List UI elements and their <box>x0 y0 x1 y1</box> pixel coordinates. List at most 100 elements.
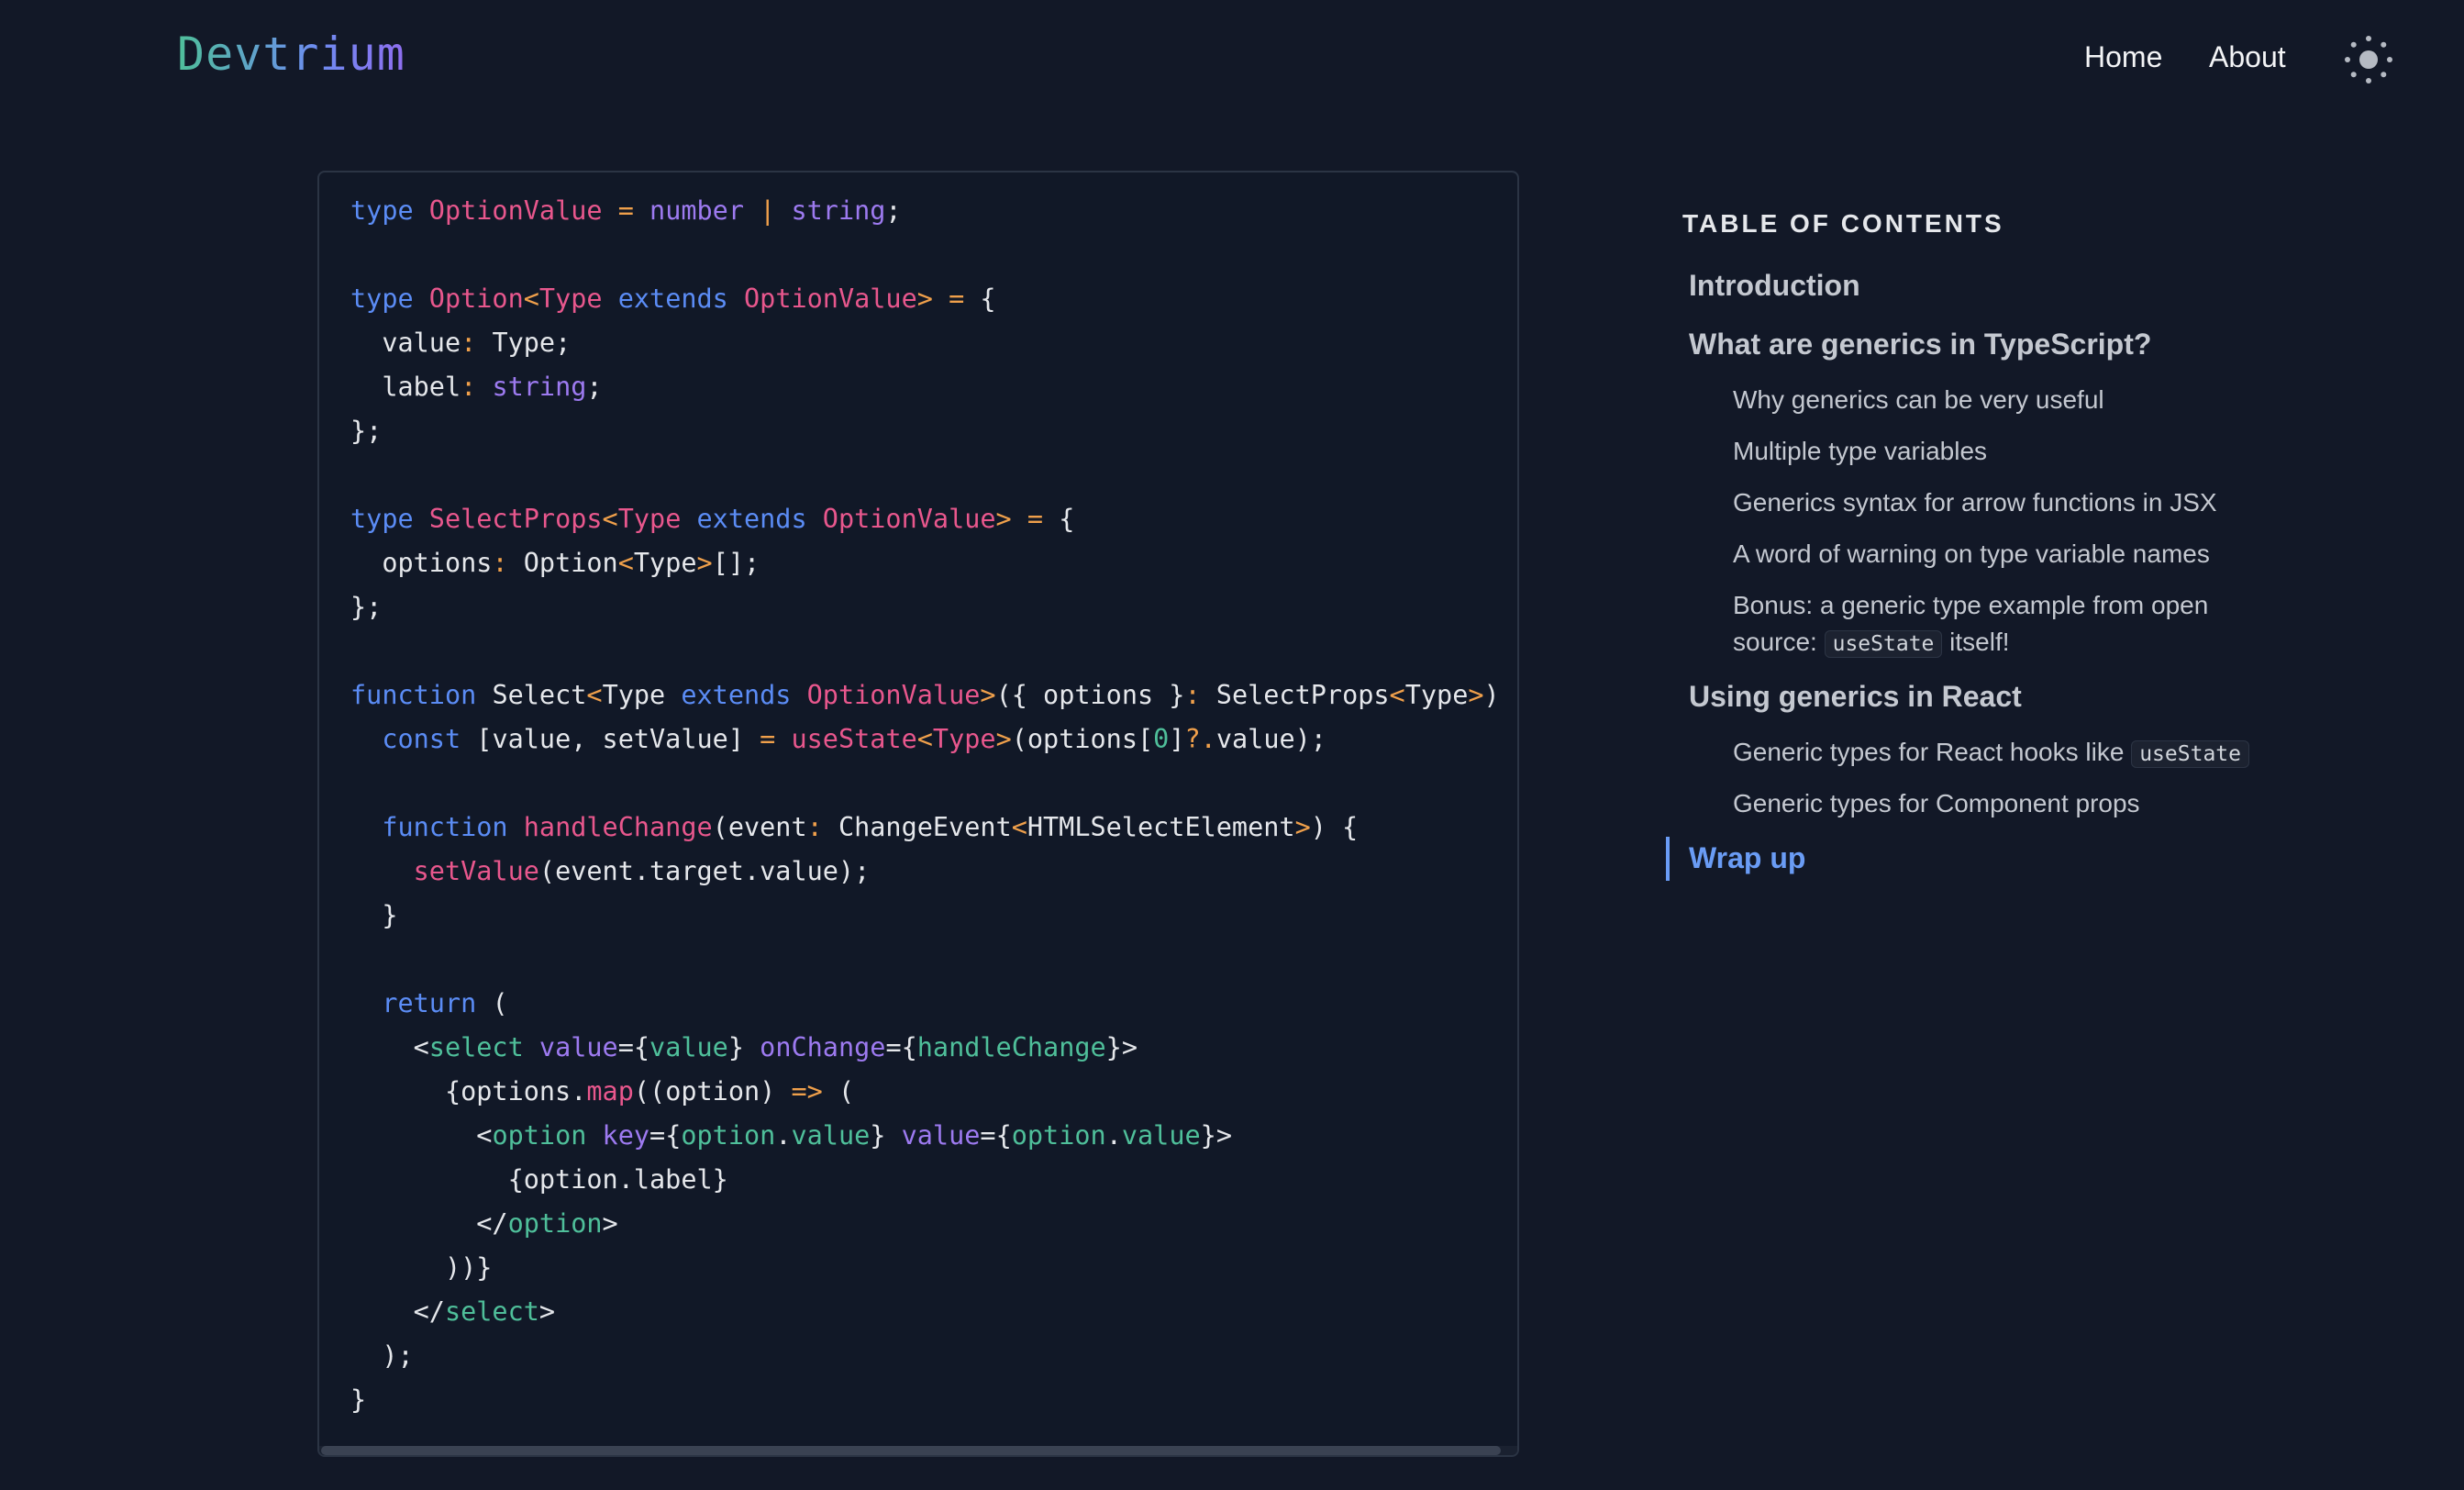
code-token: (options[ <box>1011 724 1154 754</box>
code-line: label: string; <box>350 365 1517 409</box>
toc-item-component-props[interactable]: Generic types for Component props <box>1733 785 2140 822</box>
code-token: extends <box>681 680 807 710</box>
code-token: < <box>617 548 634 578</box>
code-token: HTMLSelectElement <box>1027 812 1295 842</box>
code-token: map <box>586 1076 634 1106</box>
code-token: Option <box>523 548 618 578</box>
code-token: > <box>602 1208 618 1239</box>
code-line: </option> <box>350 1202 1517 1246</box>
code-token: SelectProps <box>1215 680 1390 710</box>
code-token: 0 <box>1153 724 1170 754</box>
code-line: } <box>350 894 1517 938</box>
code-token: ?. <box>1184 724 1216 754</box>
code-token: option <box>492 1120 603 1151</box>
code-token: > <box>696 548 713 578</box>
code-token: = <box>760 724 792 754</box>
code-token: [value, setValue] <box>476 724 760 754</box>
code-token: handleChange <box>916 1032 1106 1062</box>
code-token: return <box>350 988 493 1018</box>
code-line: } <box>350 1378 1517 1422</box>
code-token: } <box>870 1120 902 1151</box>
code-token: value <box>1121 1120 1201 1151</box>
code-token: label <box>350 372 461 402</box>
code-token: Type <box>1404 680 1469 710</box>
code-token: ={ <box>649 1120 682 1151</box>
code-token: string <box>492 372 587 402</box>
toc-item-why-useful[interactable]: Why generics can be very useful <box>1733 382 2104 418</box>
code-token: ={ <box>617 1032 650 1062</box>
code-line: }; <box>350 409 1517 453</box>
code-line: const [value, setValue] = useState<Type>… <box>350 717 1517 762</box>
code-token: (event.target.value); <box>538 856 871 886</box>
code-token: type <box>350 195 429 226</box>
code-token: string <box>791 195 886 226</box>
toc-item-bonus[interactable]: Bonus: a generic type example from open … <box>1733 587 2208 662</box>
code-line: type Option<Type extends OptionValue> = … <box>350 277 1517 321</box>
toc-item-warning[interactable]: A word of warning on type variable names <box>1733 536 2210 573</box>
toc-item-introduction[interactable]: Introduction <box>1689 269 1860 303</box>
page: Devtrium Home About type OptionValue = n… <box>0 0 2464 1490</box>
code-token: value); <box>1215 724 1326 754</box>
code-token: = <box>617 195 650 226</box>
code-scrollbar-track <box>319 1446 1517 1455</box>
code-token: {option.label} <box>350 1164 728 1195</box>
code-token: ); <box>350 1340 414 1371</box>
code-token: function <box>350 812 524 842</box>
code-token: value <box>350 328 461 358</box>
code-token: ; <box>586 372 603 402</box>
code-token: ) { <box>1310 812 1359 842</box>
code-token: extends <box>617 284 744 314</box>
code-token: | <box>760 195 792 226</box>
code-token: > <box>1294 812 1311 842</box>
code-token: value <box>649 1032 728 1062</box>
nav-home-link[interactable]: Home <box>2084 40 2162 74</box>
code-token: < <box>916 724 933 754</box>
code-token: type <box>350 284 429 314</box>
code-token: ( <box>838 1076 855 1106</box>
toc-item-hooks[interactable]: Generic types for React hooks like useSt… <box>1733 734 2249 773</box>
toc-item-what-are-generics[interactable]: What are generics in TypeScript? <box>1689 328 2151 361</box>
toc-item-arrow-jsx[interactable]: Generics syntax for arrow functions in J… <box>1733 484 2217 521</box>
code-token: ] <box>1169 724 1185 754</box>
code-token: option <box>1011 1120 1106 1151</box>
toc-bonus-code: useState <box>1824 630 1943 658</box>
toc-item-using-in-react[interactable]: Using generics in React <box>1689 680 2022 714</box>
sun-icon <box>2345 36 2392 83</box>
theme-toggle-button[interactable] <box>2342 33 2395 86</box>
site-logo[interactable]: Devtrium <box>177 28 405 81</box>
code-token: ((option) <box>633 1076 792 1106</box>
code-token: {options. <box>350 1076 587 1106</box>
code-token: Select <box>492 680 587 710</box>
code-token: < <box>523 284 539 314</box>
code-token: Option <box>428 284 524 314</box>
code-line: {options.map((option) => ( <box>350 1070 1517 1114</box>
code-line: options: Option<Type>[]; <box>350 541 1517 585</box>
code-token: Type <box>932 724 996 754</box>
code-token: < <box>350 1032 429 1062</box>
code-line: <option key={option.value} value={option… <box>350 1114 1517 1158</box>
toc-item-multiple-vars[interactable]: Multiple type variables <box>1733 433 1987 470</box>
code-token: </ <box>350 1208 508 1239</box>
toc-bonus-itself: itself! <box>1949 628 2010 656</box>
code-line: function Select<Type extends OptionValue… <box>350 673 1517 717</box>
code-token: . <box>1105 1120 1122 1151</box>
code-token: </ <box>350 1296 445 1327</box>
code-token: onChange <box>760 1032 886 1062</box>
toc-item-wrap-up[interactable]: Wrap up <box>1689 841 1805 875</box>
toc-heading: TABLE OF CONTENTS <box>1682 209 2004 238</box>
toc-hooks-code: useState <box>2131 740 2249 768</box>
code-token: extends <box>696 504 823 534</box>
code-token: } <box>727 1032 760 1062</box>
code-horizontal-scrollbar[interactable] <box>321 1446 1501 1455</box>
code-token: Type; <box>492 328 572 358</box>
toc-bonus-line1: Bonus: a generic type example from open <box>1733 591 2209 619</box>
code-line: value: Type; <box>350 321 1517 365</box>
code-token: < <box>602 504 618 534</box>
code-line: function handleChange(event: ChangeEvent… <box>350 806 1517 850</box>
code-token: value <box>791 1120 871 1151</box>
nav-about-link[interactable]: About <box>2209 40 2286 74</box>
code-token: select <box>444 1296 539 1327</box>
code-token: }> <box>1200 1120 1232 1151</box>
